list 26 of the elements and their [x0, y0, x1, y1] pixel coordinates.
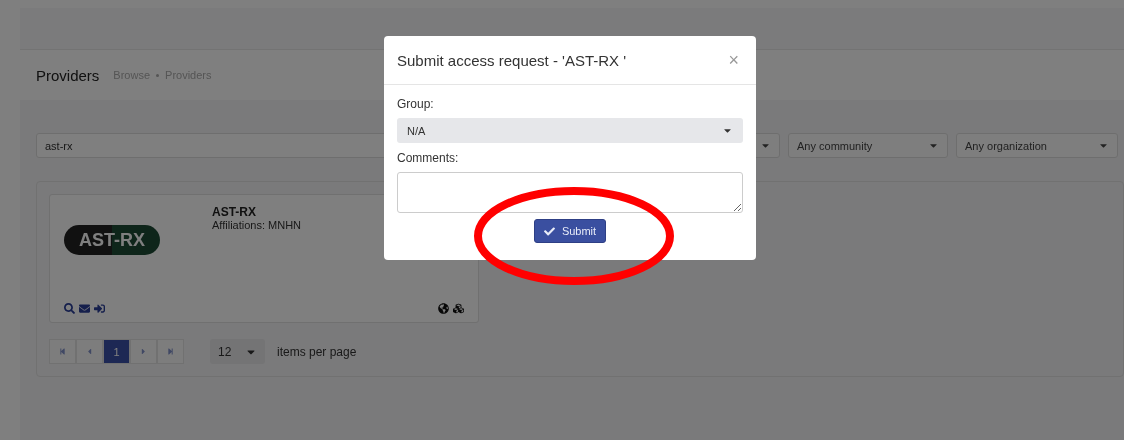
globe-icon	[438, 303, 449, 314]
search-icon[interactable]	[64, 303, 75, 314]
caret-left-icon	[85, 347, 94, 356]
caret-right-icon	[139, 347, 148, 356]
filter-dropdown[interactable]: Any community	[788, 133, 948, 158]
cubes-icon	[453, 303, 464, 314]
check-icon	[543, 225, 555, 237]
modal-title: Submit access request - 'AST-RX '	[397, 51, 627, 69]
group-label: Group:	[397, 97, 435, 111]
provider-logo: AST-RX	[64, 225, 160, 255]
breadcrumb-separator	[156, 73, 160, 77]
skip-forward-icon	[167, 348, 174, 355]
provider-affiliations: Affiliations: MNHN	[212, 219, 303, 231]
page-button[interactable]: 1	[103, 339, 130, 364]
page-size-label: items per page	[277, 344, 357, 359]
submit-button[interactable]: Submit	[533, 219, 607, 243]
sign-in-icon[interactable]	[94, 303, 105, 314]
provider-name: AST-RX	[212, 205, 257, 219]
comments-field[interactable]	[397, 172, 743, 213]
filter-dropdown[interactable]: Any organization	[956, 133, 1118, 158]
page-size-dropdown[interactable]: 12	[210, 339, 265, 364]
group-dropdown[interactable]: N/A	[397, 118, 743, 143]
envelope-icon[interactable]	[79, 303, 90, 314]
close-button[interactable]: ×	[724, 49, 743, 71]
page-title: Providers	[36, 66, 100, 84]
skip-back-icon	[59, 348, 66, 355]
